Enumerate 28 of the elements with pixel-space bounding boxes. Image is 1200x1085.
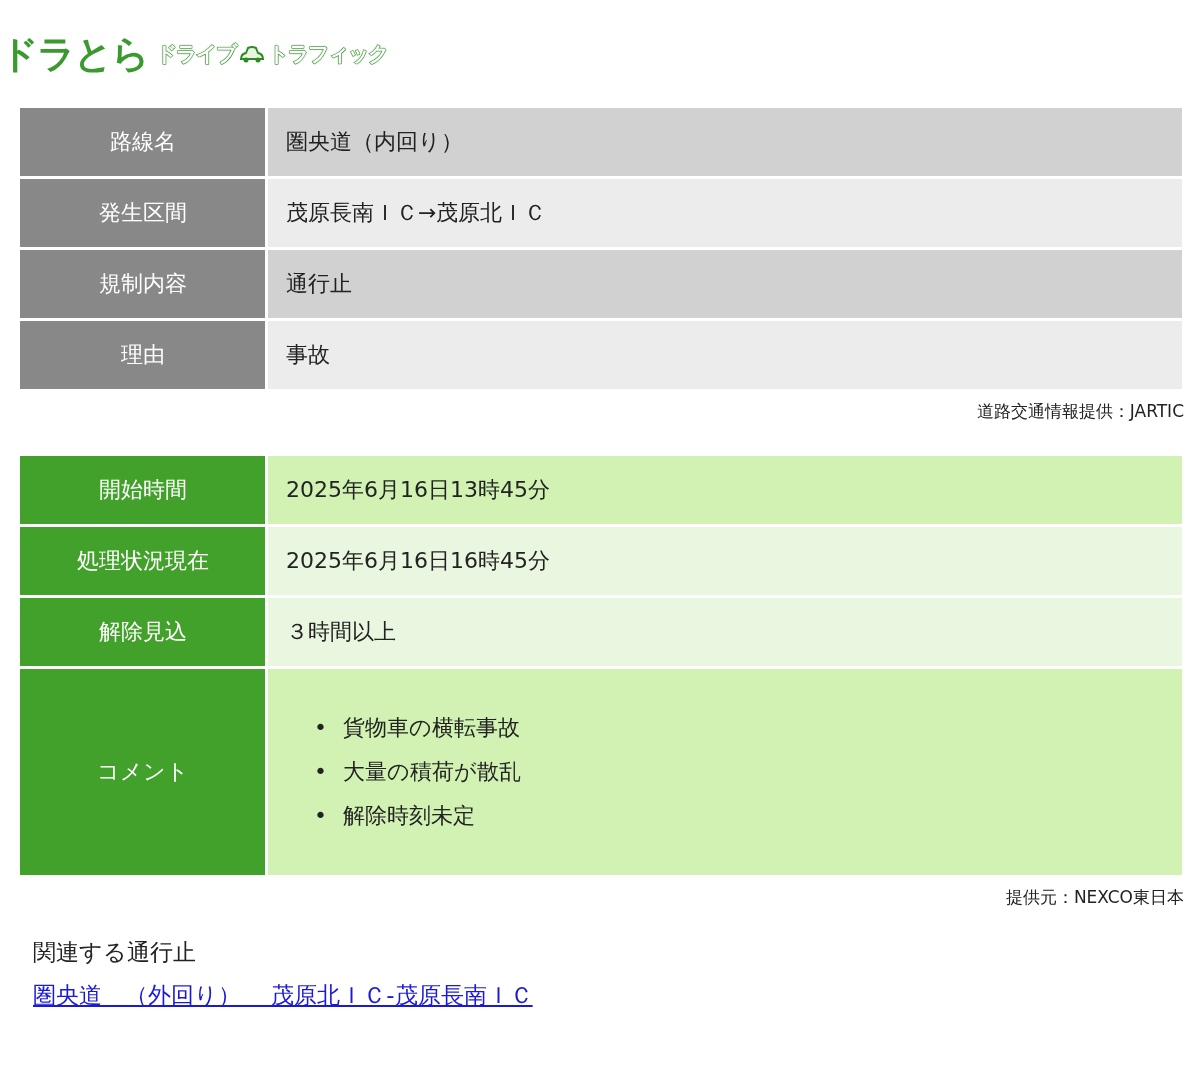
row-header: 規制内容 (20, 250, 265, 318)
row-value: 通行止 (268, 250, 1182, 318)
bullet: • (314, 758, 327, 786)
row-header: 解除見込 (20, 598, 265, 666)
row-value: 2025年6月16日16時45分 (268, 527, 1182, 595)
row-value: 茂原長南ＩＣ→茂原北ＩＣ (268, 179, 1182, 247)
row-header: 理由 (20, 321, 265, 389)
row-value: 2025年6月16日13時45分 (268, 456, 1182, 524)
logo-text: ドラとら (0, 30, 148, 78)
row-header: 発生区間 (20, 179, 265, 247)
car-icon (238, 45, 266, 63)
row-value: 事故 (268, 321, 1182, 389)
bullet: • (314, 802, 327, 830)
source-credit: 道路交通情報提供：JARTIC (976, 400, 1184, 423)
comment-item: 大量の積荷が散乱 (343, 758, 521, 786)
row-value: ３時間以上 (268, 598, 1182, 666)
source-credit: 提供元：NEXCO東日本 (1005, 886, 1184, 909)
section-heading: 関連する通行止 (33, 938, 197, 967)
logo-subtitle: トラフィック (268, 41, 388, 68)
row-header: 路線名 (20, 108, 265, 176)
related-link[interactable]: 圏央道 （外回り） 茂原北ＩＣ-茂原長南ＩＣ (33, 982, 533, 1008)
bullet: • (314, 714, 327, 742)
row-header: コメント (20, 669, 265, 875)
row-value: 圏央道（内回り） (268, 108, 1182, 176)
row-header: 処理状況現在 (20, 527, 265, 595)
comment-item: 解除時刻未定 (343, 802, 475, 830)
comment-item: 貨物車の横転事故 (343, 714, 520, 742)
row-header: 開始時間 (20, 456, 265, 524)
